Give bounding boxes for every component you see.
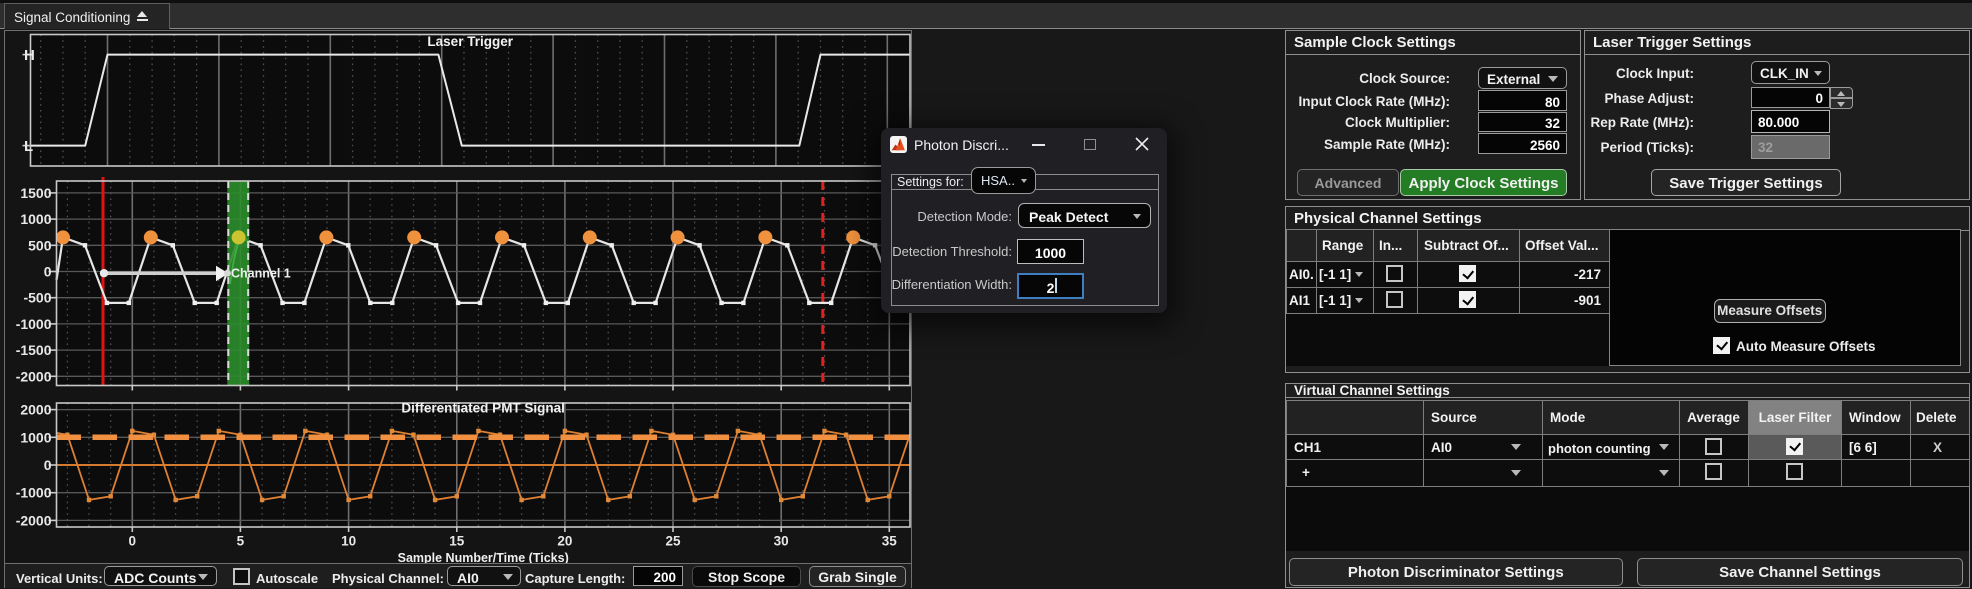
svg-text:H: H — [24, 47, 35, 64]
svg-text:-1000: -1000 — [16, 485, 52, 501]
svg-text:2000: 2000 — [20, 402, 51, 418]
svg-text:20: 20 — [557, 534, 572, 549]
svg-text:0: 0 — [129, 534, 137, 549]
svg-text:-2000: -2000 — [16, 512, 52, 528]
svg-text:Differentiated PMT Signal: Differentiated PMT Signal — [401, 401, 565, 416]
svg-text:Laser Trigger: Laser Trigger — [427, 34, 513, 49]
svg-text:1500: 1500 — [20, 185, 51, 201]
svg-text:-1000: -1000 — [16, 316, 52, 332]
svg-text:35: 35 — [882, 534, 898, 549]
svg-text:500: 500 — [28, 237, 52, 253]
svg-text:-2000: -2000 — [16, 368, 52, 384]
svg-text:10: 10 — [341, 534, 356, 549]
svg-text:5: 5 — [237, 534, 245, 549]
svg-text:-500: -500 — [23, 290, 51, 306]
svg-text:L: L — [24, 138, 33, 155]
svg-text:1000: 1000 — [20, 211, 51, 227]
svg-text:0: 0 — [44, 457, 52, 473]
svg-text:1000: 1000 — [20, 429, 51, 445]
svg-text:25: 25 — [665, 534, 681, 549]
svg-text:30: 30 — [774, 534, 789, 549]
svg-text:0: 0 — [44, 264, 52, 280]
svg-text:Channel 1: Channel 1 — [231, 267, 291, 281]
svg-text:15: 15 — [449, 534, 465, 549]
svg-text:-1500: -1500 — [16, 342, 52, 358]
